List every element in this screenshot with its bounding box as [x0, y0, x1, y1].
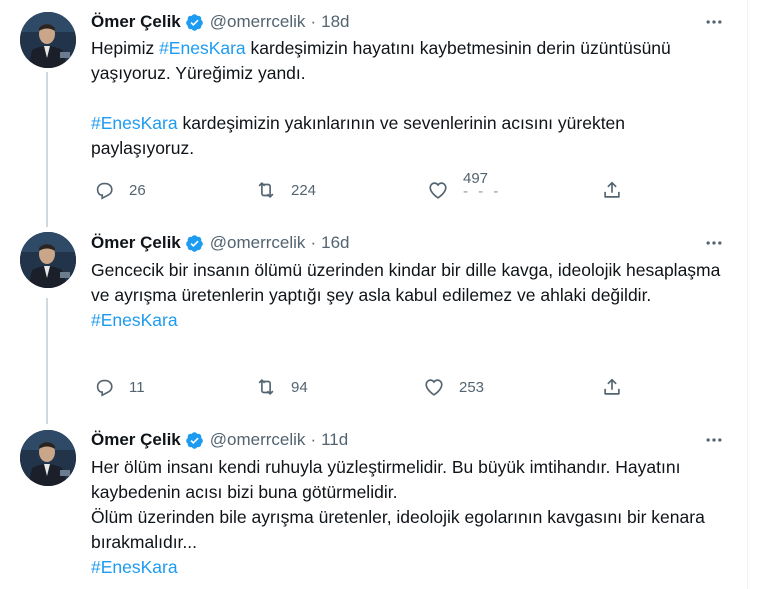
share-icon [604, 181, 620, 198]
reply-button[interactable]: 26 [93, 178, 146, 202]
like-icon [425, 379, 443, 396]
tweet-header: Ömer Çelik @omerrcelik · 16d [91, 232, 349, 254]
tweet-text: Gencecik bir insanın ölümü üzerinden kin… [91, 258, 731, 333]
handle[interactable]: @omerrcelik [210, 430, 306, 450]
share-icon [604, 378, 620, 395]
retweet-button[interactable]: 94 [255, 375, 308, 399]
retweet-button[interactable]: 224 [255, 178, 316, 202]
display-name[interactable]: Ömer Çelik [91, 430, 181, 450]
hashtag-link[interactable]: #EnesKara [159, 38, 246, 58]
separator-dot: · [310, 233, 317, 252]
tweet-text-segment: Hepimiz [91, 38, 160, 58]
tweet-text: Hepimiz #EnesKara kardeşimizin hayatını … [91, 36, 731, 161]
tweet-paragraph: Her ölüm insanı kendi ruhuyla yüzleştirm… [91, 455, 731, 505]
separator-dot: · [310, 430, 317, 449]
tweet-header: Ömer Çelik @omerrcelik · 11d [91, 429, 348, 451]
retweet-icon [258, 182, 274, 198]
timestamp[interactable]: 18d [321, 12, 349, 32]
avatar[interactable] [20, 232, 76, 288]
tweet-paragraph: Hepimiz #EnesKara kardeşimizin hayatını … [91, 36, 731, 86]
retweet-count: 94 [291, 378, 308, 396]
share-button[interactable] [601, 375, 623, 399]
like-button[interactable]: 497 - - - [427, 171, 501, 202]
tweet-paragraph: #EnesKara kardeşimizin yakınlarının ve s… [91, 111, 731, 161]
tweet[interactable]: Ömer Çelik @omerrcelik · 16d Gencecik bi… [0, 222, 745, 422]
like-count-stack: 497 - - - [463, 171, 502, 200]
timeline-right-border [747, 0, 748, 589]
tweet[interactable]: Ömer Çelik @omerrcelik · 18d Hepimiz #En… [0, 0, 745, 220]
avatar[interactable] [20, 430, 76, 486]
tweet-text-segment: Her ölüm insanı kendi ruhuyla yüzleştirm… [91, 457, 681, 502]
tweet-paragraph: Ölüm üzerinden bile ayrışma üretenler, i… [91, 505, 731, 555]
reply-icon [96, 379, 113, 397]
display-name[interactable]: Ömer Çelik [91, 233, 181, 253]
hashtag-link[interactable]: #EnesKara [91, 113, 178, 133]
verified-badge-icon [185, 13, 204, 32]
timestamp[interactable]: 16d [321, 233, 349, 253]
display-name[interactable]: Ömer Çelik [91, 12, 181, 32]
reply-button[interactable]: 11 [93, 375, 145, 399]
tweet-text-segment: Gencecik bir insanın ölümü üzerinden kin… [91, 260, 721, 305]
hashtag-link[interactable]: #EnesKara [91, 310, 178, 330]
tweet-actions: 11 94 253 [91, 375, 651, 399]
like-count-transition: - - - [463, 183, 502, 200]
retweet-count: 224 [291, 181, 317, 199]
hashtag-link[interactable]: #EnesKara [91, 557, 178, 577]
tweet[interactable]: Ömer Çelik @omerrcelik · 11d Her ölüm in… [0, 418, 745, 589]
timestamp[interactable]: 11d [321, 430, 348, 450]
verified-badge-icon [185, 234, 204, 253]
like-button[interactable]: 253 [423, 375, 484, 399]
share-button[interactable] [601, 178, 623, 202]
tweet-paragraph: #EnesKara [91, 308, 731, 333]
tweet-paragraph [91, 86, 731, 111]
tweet-text-segment: Ölüm üzerinden bile ayrışma üretenler, i… [91, 507, 705, 552]
like-icon [429, 182, 447, 199]
tweet-text: Her ölüm insanı kendi ruhuyla yüzleştirm… [91, 455, 731, 580]
avatar[interactable] [20, 12, 76, 68]
reply-count: 26 [129, 181, 146, 199]
tweet-actions: 26 224 497 - - - [91, 171, 651, 202]
tweet-header: Ömer Çelik @omerrcelik · 18d [91, 11, 349, 33]
tweet-paragraph: Gencecik bir insanın ölümü üzerinden kin… [91, 258, 731, 308]
like-count: 253 [459, 378, 485, 396]
more-options-icon[interactable] [703, 11, 725, 33]
handle[interactable]: @omerrcelik [210, 233, 306, 253]
more-options-icon[interactable] [703, 429, 725, 451]
reply-count: 11 [129, 378, 145, 396]
tweet-paragraph: #EnesKara [91, 555, 731, 580]
separator-dot: · [310, 12, 317, 31]
more-options-icon[interactable] [703, 232, 725, 254]
reply-icon [96, 182, 113, 200]
handle[interactable]: @omerrcelik [210, 12, 306, 32]
verified-badge-icon [185, 431, 204, 450]
retweet-icon [258, 379, 274, 395]
